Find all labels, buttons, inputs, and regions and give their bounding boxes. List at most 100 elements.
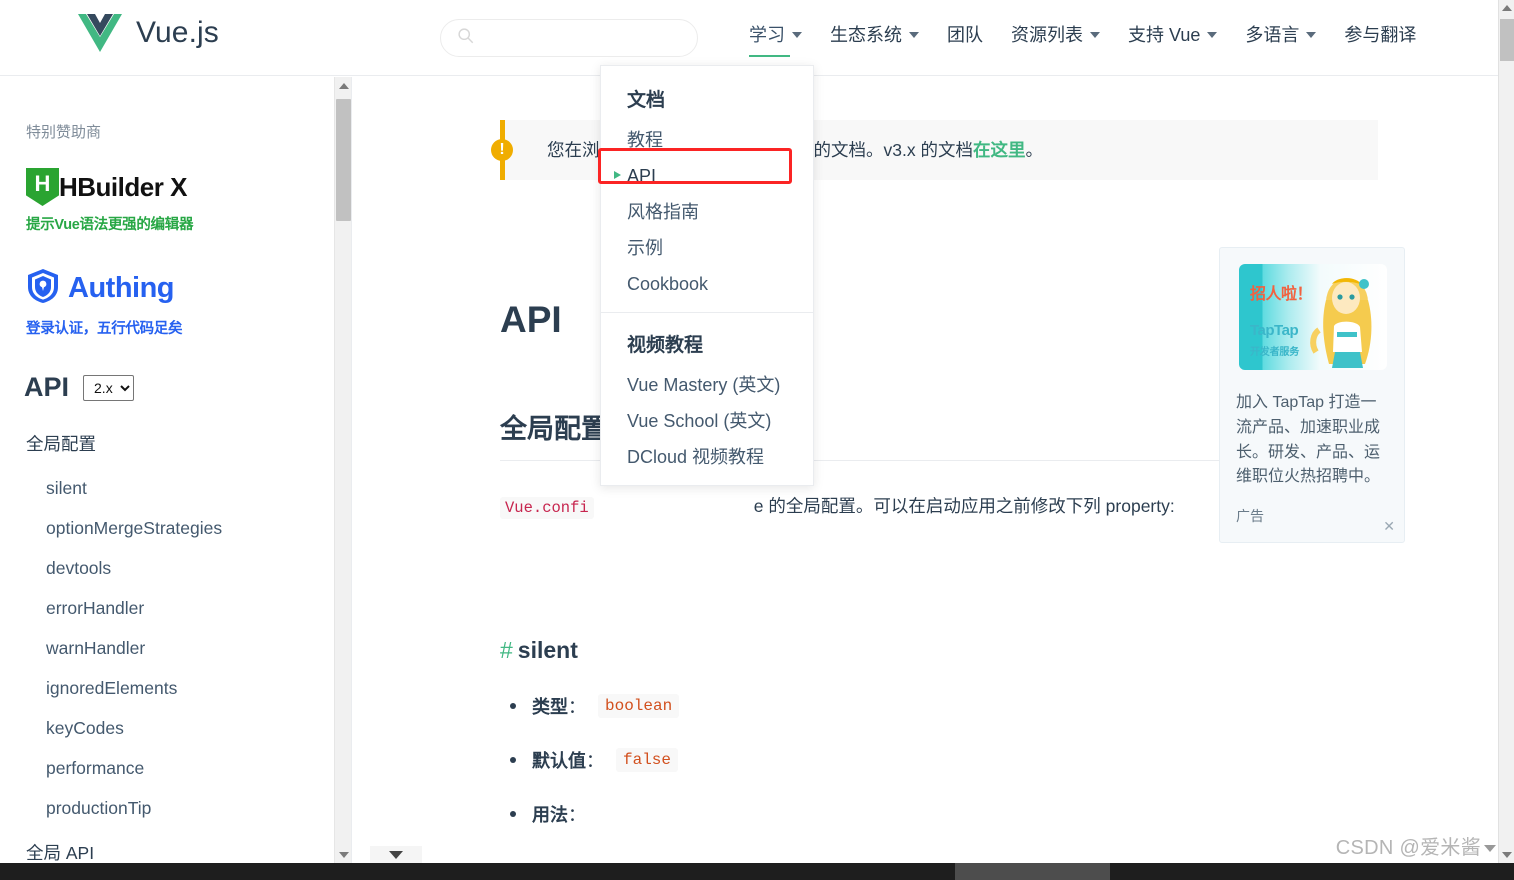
ad-brand-subtitle: 开发者服务 — [1250, 347, 1299, 358]
search-box[interactable] — [440, 19, 698, 57]
sidebar-item-keycodes[interactable]: keyCodes — [0, 708, 351, 748]
advertisement-panel[interactable]: 招人啦！ TapTap 开发者服务 加入 TapTap 打造一流产品、加速职业成… — [1219, 247, 1405, 543]
sponsor-hbuilderx[interactable]: H HBuilder X 提示Vue语法更强的编辑器 — [26, 168, 351, 234]
sidebar-section-global-api[interactable]: 全局 API — [26, 840, 351, 863]
sidebar-link-list: silent optionMergeStrategies devtools er… — [0, 468, 351, 828]
sponsor-label: 特别赞助商 — [26, 124, 102, 141]
watermark-text: CSDN @爱米酱 — [1335, 837, 1481, 859]
nav-active-underline — [749, 54, 790, 57]
bullet-colon: ： — [586, 751, 604, 771]
chevron-down-icon — [1207, 32, 1218, 38]
watermark: CSDN @爱米酱 — [1336, 831, 1496, 860]
chevron-up-icon — [338, 82, 349, 89]
bottom-scrollbar[interactable] — [0, 863, 1514, 880]
subsection-heading-silent: # silent — [500, 637, 578, 664]
nav-item-ecosystem[interactable]: 生态系统 — [816, 22, 933, 48]
dropdown-item-label: API — [627, 166, 657, 186]
sidebar-scroll-down-button[interactable] — [335, 846, 351, 863]
close-icon[interactable]: ✕ — [1383, 518, 1395, 535]
ad-banner-image[interactable]: 招人啦！ TapTap 开发者服务 — [1239, 264, 1387, 370]
sidebar-scrollbar[interactable] — [334, 77, 351, 863]
nav-label: 团队 — [947, 25, 983, 45]
dropdown-item-examples[interactable]: 示例 — [601, 230, 813, 266]
sidebar-scroll-up-button[interactable] — [335, 77, 351, 94]
hbuilderx-name: HBuilder X — [59, 171, 187, 202]
page-title: API — [500, 299, 562, 340]
sidebar-api-header: API 2.x 3.x — [24, 372, 351, 403]
dropdown-item-cookbook[interactable]: Cookbook — [601, 266, 813, 302]
nav-label: 生态系统 — [830, 25, 902, 45]
bullet-label: 类型 — [532, 697, 568, 717]
nav-label: 支持 Vue — [1128, 25, 1201, 45]
sidebar-scroll-thumb[interactable] — [336, 99, 351, 221]
bullet-value: boolean — [598, 694, 680, 718]
tip-text-after: 。 — [1025, 140, 1043, 160]
ad-banner-title: 招人啦！ — [1250, 286, 1313, 303]
sidebar-item-ignoredelements[interactable]: ignoredElements — [0, 668, 351, 708]
sidebar-item-optionmergestrategies[interactable]: optionMergeStrategies — [0, 508, 351, 548]
dropdown-item-api[interactable]: API — [601, 158, 813, 194]
page-scroll-thumb[interactable] — [1500, 19, 1514, 61]
authing-name: Authing — [68, 272, 175, 304]
list-item-default: 默认值： false — [500, 747, 1200, 773]
sidebar-api-title: API — [24, 372, 70, 402]
dropdown-item-vue-mastery[interactable]: Vue Mastery (英文) — [601, 367, 813, 403]
nav-item-learn[interactable]: 学习 — [735, 22, 816, 57]
shield-icon — [26, 268, 60, 309]
nav-item-languages[interactable]: 多语言 — [1231, 22, 1330, 48]
sidebar-item-productiontip[interactable]: productionTip — [0, 788, 351, 828]
site-logo[interactable]: Vue.js — [78, 14, 219, 52]
sidebar-item-silent[interactable]: silent — [0, 468, 351, 508]
nav-item-translate[interactable]: 参与翻译 — [1330, 22, 1430, 48]
section-heading-global-config: 全局配置 — [500, 414, 608, 444]
sidebar-item-errorhandler[interactable]: errorHandler — [0, 588, 351, 628]
nav-item-team[interactable]: 团队 — [933, 22, 997, 48]
bullet-colon: ： — [568, 805, 586, 825]
tip-text-before: 您在浏 — [547, 140, 600, 160]
nav-label: 资源列表 — [1011, 25, 1083, 45]
nav-item-support-vue[interactable]: 支持 Vue — [1114, 22, 1231, 48]
main-content: ! 您在浏 的文档。v3.x 的文档在这里。 API 全局配置 Vue.confi… — [353, 77, 1498, 863]
dropdown-divider — [601, 312, 813, 313]
sidebar-item-devtools[interactable]: devtools — [0, 548, 351, 588]
list-item-usage: 用法： — [500, 801, 1200, 827]
warning-icon: ! — [491, 139, 513, 161]
dropdown-item-vue-school[interactable]: Vue School (英文) — [601, 403, 813, 439]
hbuilderx-badge-letter: H — [34, 171, 51, 196]
nav-item-resources[interactable]: 资源列表 — [997, 22, 1114, 48]
nav-label: 参与翻译 — [1344, 25, 1417, 45]
dropdown-item-tutorial[interactable]: 教程 — [601, 122, 813, 158]
chevron-down-icon — [338, 851, 349, 858]
nav-label: 学习 — [749, 25, 785, 45]
tip-text-middle: 的文档。v3.x 的文档 — [813, 140, 973, 160]
dropdown-item-style-guide[interactable]: 风格指南 — [601, 194, 813, 230]
hbuilderx-logo: H HBuilder X — [26, 168, 351, 206]
ad-body-text: 加入 TapTap 打造一流产品、加速职业成长。研发、产品、运维职位火热招聘中。 — [1236, 394, 1381, 486]
dropdown-item-dcloud-video[interactable]: DCloud 视频教程 — [601, 439, 813, 475]
sidebar-item-performance[interactable]: performance — [0, 748, 351, 788]
sidebar-item-warnhandler[interactable]: warnHandler — [0, 628, 351, 668]
chevron-down-icon — [1502, 852, 1512, 858]
dropdown-group-title-docs: 文档 — [627, 90, 666, 111]
bullet-colon: ： — [568, 697, 586, 717]
chevron-down-icon — [389, 850, 403, 859]
page-scroll-down-button[interactable] — [1499, 847, 1514, 863]
sidebar: 特别赞助商 H HBuilder X 提示Vue语法更强的编辑器 Authing… — [0, 77, 352, 863]
search-icon — [457, 27, 474, 49]
page-scroll-up-button[interactable] — [1499, 0, 1514, 16]
sidebar-section-global-config[interactable]: 全局配置 — [26, 431, 351, 456]
sponsor-authing[interactable]: Authing 登录认证，五行代码足矣 — [26, 268, 351, 338]
anchor-hash-icon[interactable]: # — [500, 637, 513, 663]
version-select[interactable]: 2.x 3.x — [83, 374, 135, 401]
hbuilderx-badge-icon: H — [26, 168, 59, 206]
ad-brand-name: TapTap — [1250, 322, 1299, 339]
search-input[interactable] — [483, 28, 683, 48]
bottom-scroll-thumb[interactable] — [955, 863, 1110, 880]
site-logo-text: Vue.js — [136, 16, 219, 49]
bullet-label: 用法 — [532, 805, 568, 825]
browser-viewport: Vue.js 学习 生态系统 团队 资源列表 支持 Vue 多语言 参与翻译 特… — [0, 0, 1514, 880]
v3-docs-link[interactable]: 在这里 — [973, 140, 1026, 160]
authing-logo: Authing — [26, 268, 351, 309]
bottom-caret-control[interactable] — [370, 846, 422, 863]
page-scrollbar[interactable] — [1498, 0, 1514, 863]
